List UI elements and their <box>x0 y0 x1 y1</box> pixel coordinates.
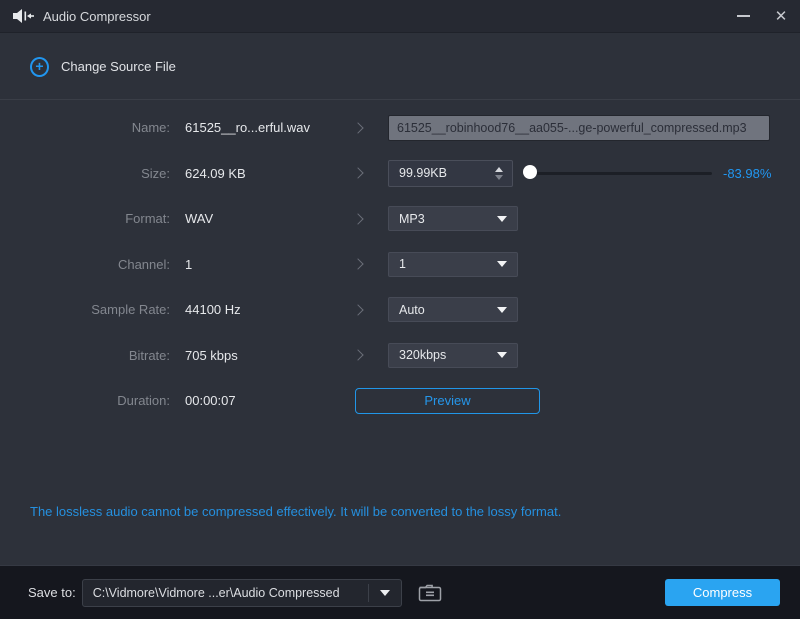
source-format-value: WAV <box>185 211 343 226</box>
chevron-right-icon <box>352 168 363 179</box>
duration-label: Duration: <box>0 393 170 408</box>
lossless-notice-text: The lossless audio cannot be compressed … <box>30 504 561 519</box>
name-label: Name: <box>0 120 170 135</box>
source-size-value: 624.09 KB <box>185 166 343 181</box>
source-channel-value: 1 <box>185 257 343 272</box>
format-selected: MP3 <box>399 212 425 226</box>
change-source-file-label: Change Source File <box>61 59 176 74</box>
chevron-right-icon <box>352 350 363 361</box>
folder-icon <box>417 583 443 603</box>
channel-selected: 1 <box>399 257 406 271</box>
source-name-value: 61525__ro...erful.wav <box>185 120 343 135</box>
sample-rate-label: Sample Rate: <box>0 302 170 317</box>
settings-form: Name: 61525__ro...erful.wav Size: 624.09… <box>0 100 800 424</box>
channel-dropdown[interactable]: 1 <box>388 252 518 277</box>
save-path-combobox[interactable]: C:\Vidmore\Vidmore ...er\Audio Compresse… <box>82 579 402 607</box>
minimize-icon <box>737 15 750 17</box>
row-bitrate: Bitrate: 705 kbps 320kbps <box>0 333 800 379</box>
row-name: Name: 61525__ro...erful.wav <box>0 105 800 151</box>
spinner-up-icon[interactable] <box>495 167 503 172</box>
sample-rate-selected: Auto <box>399 303 425 317</box>
speaker-compress-icon <box>13 8 34 24</box>
source-duration-value: 00:00:07 <box>185 393 343 408</box>
size-label: Size: <box>0 166 170 181</box>
header-section: + Change Source File <box>0 34 800 100</box>
compress-button[interactable]: Compress <box>665 579 780 606</box>
source-sample-rate-value: 44100 Hz <box>185 302 343 317</box>
save-path-value: C:\Vidmore\Vidmore ...er\Audio Compresse… <box>83 586 368 600</box>
save-path-dropdown-button[interactable] <box>369 590 401 596</box>
channel-label: Channel: <box>0 257 170 272</box>
audio-compressor-window: Audio Compressor ✕ + Change Source File … <box>0 0 800 619</box>
row-sample-rate: Sample Rate: 44100 Hz Auto <box>0 287 800 333</box>
sample-rate-dropdown[interactable]: Auto <box>388 297 518 322</box>
browse-folder-button[interactable] <box>417 583 443 603</box>
close-button[interactable]: ✕ <box>762 0 800 32</box>
caret-down-icon <box>497 352 507 358</box>
chevron-right-icon <box>352 122 363 133</box>
chevron-right-icon <box>352 304 363 315</box>
window-title: Audio Compressor <box>43 9 151 24</box>
chevron-right-icon <box>352 259 363 270</box>
minimize-button[interactable] <box>724 0 762 32</box>
compression-ratio: -83.98% <box>723 166 771 181</box>
close-icon: ✕ <box>775 9 788 24</box>
row-size: Size: 624.09 KB 99.99KB -83.98% <box>0 151 800 197</box>
spinner-down-icon[interactable] <box>495 175 503 180</box>
size-slider-thumb[interactable] <box>523 165 537 179</box>
source-bitrate-value: 705 kbps <box>185 348 343 363</box>
change-source-file-button[interactable]: + Change Source File <box>30 57 176 77</box>
caret-down-icon <box>497 216 507 222</box>
target-size-value: 99.99KB <box>389 166 495 180</box>
format-label: Format: <box>0 211 170 226</box>
size-slider[interactable] <box>530 172 712 175</box>
format-dropdown[interactable]: MP3 <box>388 206 518 231</box>
row-channel: Channel: 1 1 <box>0 242 800 288</box>
plus-circle-icon: + <box>30 57 49 77</box>
output-filename-input[interactable] <box>388 115 770 141</box>
caret-down-icon <box>380 590 390 596</box>
window-controls: ✕ <box>724 0 800 32</box>
row-format: Format: WAV MP3 <box>0 196 800 242</box>
save-to-label: Save to: <box>28 585 76 600</box>
row-duration: Duration: 00:00:07 Preview <box>0 378 800 424</box>
titlebar: Audio Compressor ✕ <box>0 0 800 33</box>
target-size-spinner[interactable]: 99.99KB <box>388 160 513 187</box>
bitrate-label: Bitrate: <box>0 348 170 363</box>
preview-button[interactable]: Preview <box>355 388 540 414</box>
caret-down-icon <box>497 307 507 313</box>
bitrate-dropdown[interactable]: 320kbps <box>388 343 518 368</box>
chevron-right-icon <box>352 213 363 224</box>
caret-down-icon <box>497 261 507 267</box>
bitrate-selected: 320kbps <box>399 348 446 362</box>
footer-bar: Save to: C:\Vidmore\Vidmore ...er\Audio … <box>0 565 800 619</box>
